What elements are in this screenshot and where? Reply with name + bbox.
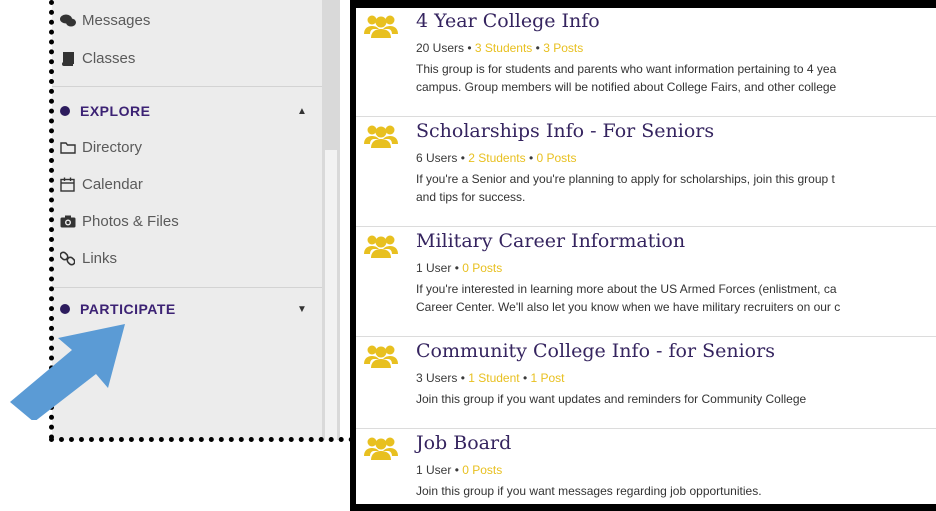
- group-meta: 6 Users • 2 Students • 0 Posts: [416, 151, 577, 165]
- group-users-count: 6 Users: [416, 151, 458, 165]
- sidebar-item-links[interactable]: Links: [60, 250, 117, 267]
- group-item[interactable]: Job Board 1 User • 0 Posts Join this gro…: [356, 430, 936, 504]
- comments-icon: [60, 14, 82, 28]
- group-description-line: If you're interested in learning more ab…: [416, 282, 837, 296]
- group-title[interactable]: Scholarships Info - For Seniors: [416, 120, 714, 142]
- groups-list: 4 Year College Info 20 Users • 3 Student…: [356, 8, 936, 504]
- divider: [52, 287, 322, 288]
- sidebar-item-label: Links: [82, 250, 118, 267]
- group-meta: 1 User • 0 Posts: [416, 261, 503, 275]
- sidebar-item-label: Photos & Files: [82, 213, 179, 230]
- group-users-count: 1 User: [416, 463, 452, 477]
- group-description: If you're interested in learning more ab…: [416, 280, 840, 316]
- pointer-arrow-icon: [10, 324, 125, 420]
- group-item[interactable]: Community College Info - for Seniors 3 U…: [356, 338, 936, 429]
- group-students-count[interactable]: 2 Students: [468, 151, 525, 165]
- sidebar-item-classes[interactable]: Classes: [60, 50, 135, 67]
- group-title[interactable]: 4 Year College Info: [416, 10, 600, 32]
- group-meta: 3 Users • 1 Student • 1 Post: [416, 371, 565, 385]
- group-description: Join this group if you want updates and …: [416, 390, 806, 408]
- group-description: This group is for students and parents w…: [416, 60, 836, 96]
- group-description-line: Join this group if you want messages reg…: [416, 484, 762, 498]
- group-description-line: If you're a Senior and you're planning t…: [416, 172, 835, 186]
- group-users-count: 1 User: [416, 261, 452, 275]
- sidebar-item-directory[interactable]: Directory: [60, 139, 142, 156]
- group-item[interactable]: Scholarships Info - For Seniors 6 Users …: [356, 118, 936, 227]
- group-description-line: Career Center. We'll also let you know w…: [416, 300, 841, 314]
- group-users-icon: [364, 344, 398, 373]
- sidebar-item-label: Directory: [82, 139, 143, 156]
- group-users-icon: [364, 436, 398, 465]
- caret-down-icon[interactable]: ▼: [297, 304, 307, 315]
- group-users-icon: [364, 14, 398, 43]
- dotted-outline-horizontal: [49, 437, 354, 442]
- group-description: If you're a Senior and you're planning t…: [416, 170, 835, 206]
- camera-icon: [60, 215, 82, 228]
- group-posts-count[interactable]: 0 Posts: [462, 463, 502, 477]
- sidebar-scrollbar-thumb[interactable]: [325, 150, 337, 440]
- group-posts-count[interactable]: 1 Post: [531, 371, 565, 385]
- group-description-line: Join this group if you want updates and …: [416, 392, 807, 406]
- group-meta: 1 User • 0 Posts: [416, 463, 503, 477]
- bullet-icon: [60, 106, 70, 116]
- group-students-count[interactable]: 3 Students: [475, 41, 532, 55]
- divider: [52, 86, 322, 87]
- group-description-line: campus. Group members will be notified a…: [416, 80, 837, 94]
- explore-title: EXPLORE: [80, 103, 151, 119]
- sidebar-item-messages[interactable]: Messages: [60, 12, 150, 29]
- group-users-icon: [364, 124, 398, 153]
- sidebar-item-label: Messages: [82, 12, 151, 29]
- sidebar-item-photos-files[interactable]: Photos & Files: [60, 213, 179, 230]
- book-icon: [60, 51, 82, 66]
- link-icon: [60, 251, 82, 266]
- explore-section-header[interactable]: EXPLORE: [60, 103, 150, 119]
- group-description-line: This group is for students and parents w…: [416, 62, 837, 76]
- group-title[interactable]: Job Board: [416, 432, 511, 454]
- group-students-count[interactable]: 1 Student: [468, 371, 519, 385]
- group-description-line: and tips for success.: [416, 190, 526, 204]
- group-users-icon: [364, 234, 398, 263]
- group-posts-count[interactable]: 0 Posts: [462, 261, 502, 275]
- group-description: Join this group if you want messages reg…: [416, 482, 762, 500]
- group-users-count: 3 Users: [416, 371, 458, 385]
- sidebar-item-calendar[interactable]: Calendar: [60, 176, 143, 193]
- group-item[interactable]: Military Career Information 1 User • 0 P…: [356, 228, 936, 337]
- group-posts-count[interactable]: 3 Posts: [543, 41, 583, 55]
- group-posts-count[interactable]: 0 Posts: [537, 151, 577, 165]
- caret-up-icon[interactable]: ▲: [297, 106, 307, 117]
- sidebar-item-label: Classes: [82, 50, 136, 67]
- folder-icon: [60, 141, 82, 154]
- group-title[interactable]: Military Career Information: [416, 230, 685, 252]
- group-users-count: 20 Users: [416, 41, 465, 55]
- group-title[interactable]: Community College Info - for Seniors: [416, 340, 775, 362]
- group-item[interactable]: 4 Year College Info 20 Users • 3 Student…: [356, 8, 936, 117]
- group-meta: 20 Users • 3 Students • 3 Posts: [416, 41, 584, 55]
- sidebar-item-label: Calendar: [82, 176, 143, 193]
- calendar-icon: [60, 177, 82, 192]
